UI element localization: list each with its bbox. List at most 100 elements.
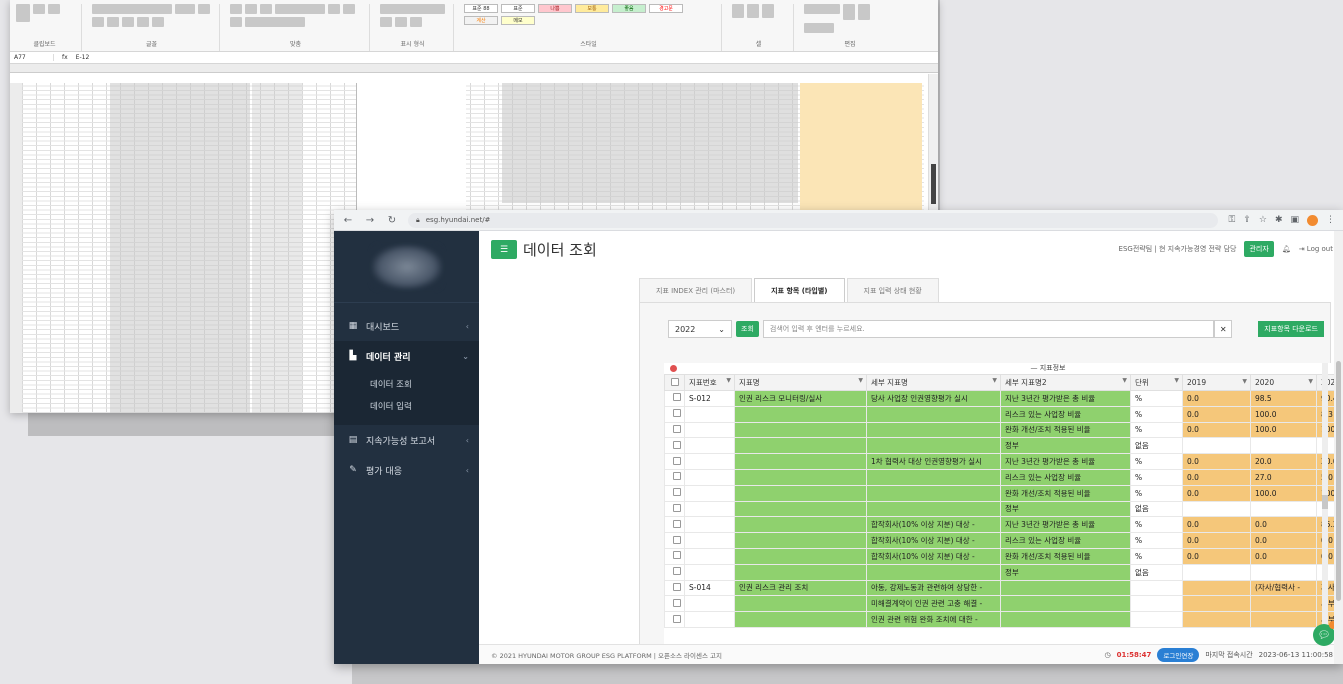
cell-year-value[interactable]: 0.0: [1182, 484, 1251, 502]
column-header[interactable]: 단위 ▼: [1130, 374, 1183, 391]
cell-year-value[interactable]: 0.0: [1250, 532, 1317, 549]
ribbon-group-clipboard[interactable]: 클립보드: [16, 4, 82, 51]
cell-year-value[interactable]: 100.0: [1250, 421, 1317, 439]
row-checkbox-cell[interactable]: [664, 532, 685, 549]
cell-year-value[interactable]: [1250, 595, 1317, 613]
download-button[interactable]: 지표항목 다운로드: [1258, 321, 1324, 337]
cell-year-value[interactable]: 27.0: [1250, 468, 1317, 486]
reload-icon[interactable]: ↻: [386, 215, 398, 226]
sidebar-item-evaluation[interactable]: ✎ 평가 대응 ‹: [334, 455, 479, 485]
row-checkbox[interactable]: [672, 393, 681, 402]
cell-year-value[interactable]: 0.0: [1182, 390, 1251, 407]
row-checkbox-cell[interactable]: [664, 611, 685, 628]
forward-icon[interactable]: →: [364, 215, 376, 226]
address-bar[interactable]: 🔒︎ esg.hyundai.net/#: [408, 212, 1219, 228]
row-checkbox[interactable]: [672, 535, 681, 544]
table-row[interactable]: 완화 개선/조치 적용된 비율%0.0100.0100.0100.0: [664, 484, 1343, 502]
search-input[interactable]: 검색어 입력 후 엔터를 누르세요.: [762, 320, 1215, 338]
chat-button[interactable]: 💬︎: [1313, 621, 1337, 646]
column-header[interactable]: 지표번호 ▼: [684, 374, 735, 391]
column-header[interactable]: 지표명 ▼: [734, 374, 867, 391]
cell-year-value[interactable]: 0.0: [1182, 421, 1251, 439]
sidebar-item-dashboard[interactable]: ▦ 대시보드 ‹: [334, 311, 479, 341]
row-checkbox[interactable]: [672, 614, 681, 623]
row-checkbox-cell[interactable]: [664, 405, 685, 423]
table-row[interactable]: 1차 협력사 대상 인권영향평가 실시 지난 3년간 평가받은 총 비율% 0.0 2…: [664, 453, 1343, 470]
cell-year-value[interactable]: 20.0: [1250, 453, 1317, 470]
tab-input-status[interactable]: 지표 입력 상태 현황: [846, 278, 939, 302]
filter-arrow-icon[interactable]: ▼: [726, 377, 731, 384]
table-row[interactable]: 완화 개선/조치 적용된 비율%0.0100.0100.050.0: [664, 421, 1343, 439]
more-icon[interactable]: ⋮: [1326, 215, 1335, 225]
cell-year-value[interactable]: [1182, 595, 1251, 613]
table-row[interactable]: 인권 관련 위험 완화 조치에 대한 -세부보기 참조상세보기: [664, 611, 1343, 628]
extensions-icon[interactable]: ✱: [1275, 215, 1283, 225]
row-checkbox-cell[interactable]: [664, 547, 685, 565]
column-header[interactable]: 세부 지표명2 ▼: [1000, 374, 1131, 391]
row-checkbox[interactable]: [672, 409, 681, 418]
row-checkbox[interactable]: [672, 519, 681, 528]
style-good[interactable]: 좋음: [612, 4, 646, 13]
table-row[interactable]: 미해결계약이 인권 관련 고충 해결 -세부보기 참조상세보기: [664, 595, 1343, 613]
cell-year-value[interactable]: 100.0: [1250, 405, 1317, 423]
star-icon[interactable]: ☆: [1259, 215, 1267, 225]
page-scrollbar[interactable]: [1334, 231, 1343, 664]
bell-icon[interactable]: 🔔︎: [1282, 245, 1291, 253]
column-header[interactable]: 2019 ▼: [1182, 374, 1251, 391]
cell-year-value[interactable]: 0.0: [1182, 516, 1251, 534]
row-checkbox-cell[interactable]: [664, 563, 685, 581]
table-row[interactable]: 정부 없음: [664, 563, 1343, 581]
sidebar-item-data-management[interactable]: ▙ 데이터 관리 ⌄: [334, 341, 479, 371]
row-checkbox-cell[interactable]: [664, 421, 685, 439]
sidebar-subitem-data-input[interactable]: 데이터 입력: [334, 395, 479, 417]
row-checkbox[interactable]: [672, 551, 681, 560]
ribbon-group-number[interactable]: 표시 형식: [380, 4, 454, 51]
style-memo[interactable]: 메모: [501, 16, 535, 25]
cell-year-value[interactable]: 0.0: [1250, 547, 1317, 565]
search-button[interactable]: 조회: [736, 321, 759, 337]
name-box[interactable]: A77: [14, 54, 54, 61]
row-checkbox-cell[interactable]: [664, 453, 685, 470]
cell-year-value[interactable]: 0.0: [1182, 453, 1251, 470]
filter-arrow-icon[interactable]: ▼: [1174, 377, 1179, 384]
share-icon[interactable]: ⇪: [1243, 215, 1251, 225]
row-checkbox[interactable]: [672, 472, 681, 481]
row-checkbox-cell[interactable]: [664, 484, 685, 502]
cell-year-value[interactable]: [1250, 437, 1317, 455]
style-bad[interactable]: 나쁨: [538, 4, 572, 13]
row-checkbox-cell[interactable]: [664, 468, 685, 486]
sidebar-subitem-data-view[interactable]: 데이터 조회: [334, 373, 479, 395]
table-row[interactable]: 리스크 있는 사업장 비율%0.027.05.02.0: [664, 468, 1343, 486]
style-neutral[interactable]: 보통: [575, 4, 609, 13]
cell-year-value[interactable]: 0.0: [1250, 516, 1317, 534]
row-checkbox[interactable]: [672, 488, 681, 497]
formula-bar[interactable]: A77 fx E-12: [10, 52, 938, 64]
ribbon-group-align[interactable]: 맞춤: [230, 4, 370, 51]
cell-year-value[interactable]: 0.0: [1182, 405, 1251, 423]
back-icon[interactable]: ←: [342, 215, 354, 226]
row-checkbox[interactable]: [672, 582, 681, 591]
cell-year-value[interactable]: 0.0: [1182, 532, 1251, 549]
clear-icon[interactable]: ✕: [1214, 320, 1233, 338]
ribbon-group-styles[interactable]: 표준 88 표준 나쁨 보통 좋음 경고문 계산 메모 스타일: [464, 4, 722, 51]
table-row[interactable]: 합작회사(10% 이상 지분) 대상 - 리스크 있는 사업장 비율% 0.0 0.0…: [664, 532, 1343, 549]
sidepanel-icon[interactable]: ▣: [1290, 215, 1299, 225]
tab-index-master[interactable]: 지표 INDEX 관리 (마스터): [639, 278, 753, 302]
row-checkbox[interactable]: [672, 424, 681, 433]
cell-year-value[interactable]: [1182, 579, 1251, 597]
style-warning[interactable]: 경고문: [649, 4, 683, 13]
row-checkbox-cell[interactable]: [664, 437, 685, 455]
row-checkbox-cell[interactable]: [664, 500, 685, 518]
extend-session-button[interactable]: 로그인연장: [1157, 647, 1200, 662]
filter-arrow-icon[interactable]: ▼: [992, 377, 997, 384]
reset-icon[interactable]: [670, 365, 677, 372]
table-row[interactable]: 리스크 있는 사업장 비율%0.0100.08.38.3: [664, 405, 1343, 423]
table-row[interactable]: 합작회사(10% 이상 지분) 대상 - 지난 3년간 평가받은 총 비율% 0.0…: [664, 516, 1343, 534]
browser-window[interactable]: ← → ↻ 🔒︎ esg.hyundai.net/# ⚿ ⇪ ☆ ✱ ▣ ⋮ ▦…: [334, 210, 1343, 664]
row-checkbox-cell[interactable]: [664, 595, 685, 613]
select-all-cell[interactable]: [664, 374, 685, 391]
key-icon[interactable]: ⚿: [1228, 215, 1235, 225]
row-checkbox[interactable]: [672, 567, 681, 576]
tab-indicator-items[interactable]: 지표 항목 (타입별): [754, 278, 845, 302]
sidebar-item-report[interactable]: ▤ 지속가능성 보고서 ‹: [334, 425, 479, 455]
